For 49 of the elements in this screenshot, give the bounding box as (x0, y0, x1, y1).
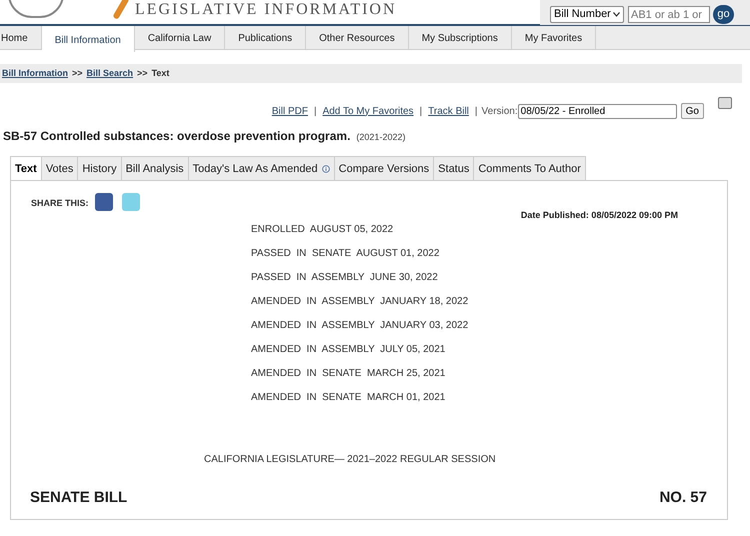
content-tab[interactable]: Votes (40, 156, 78, 180)
history-entry: AMENDED IN ASSEMBLY JANUARY 03, 2022 (251, 319, 468, 333)
history-entry: AMENDED IN SENATE MARCH 01, 2021 (251, 391, 446, 405)
link-separator: | (474, 104, 478, 118)
nav-tab[interactable]: California Law (134, 26, 226, 49)
bill-number: NO. 57 (659, 488, 707, 508)
search-type-dropdown[interactable]: Bill Number (550, 6, 624, 23)
action-link[interactable]: Track Bill (428, 104, 469, 118)
version-dropdown[interactable]: 08/05/22 - Enrolled (518, 104, 677, 118)
share-label: SHARE THIS: (31, 197, 89, 210)
link-separator: | (420, 104, 422, 118)
breadcrumb-separator: >> (137, 66, 148, 80)
history-entry: AMENDED IN SENATE MARCH 25, 2021 (251, 367, 446, 381)
chevron-down-icon (613, 12, 620, 17)
nav-tab[interactable]: My Favorites (512, 26, 596, 49)
nav-tab[interactable]: Bill Information (42, 26, 135, 52)
site-title: LEGISLATIVE INFORMATION (135, 0, 397, 20)
breadcrumb-current: Text (152, 66, 170, 80)
version-label: Version: (482, 104, 518, 118)
breadcrumb-separator: >> (72, 66, 83, 80)
content-tab[interactable]: Today's Law As Amended (188, 156, 334, 180)
link-separator: | (314, 104, 317, 118)
content-tab[interactable]: Bill Analysis (120, 156, 188, 180)
history-entry: ENROLLED AUGUST 05, 2022 (251, 223, 394, 237)
breadcrumb-link[interactable]: Bill Information (2, 66, 68, 80)
history-entry: AMENDED IN ASSEMBLY JULY 05, 2021 (251, 343, 446, 357)
bill-title: SB-57 Controlled substances: overdose prevention program. (3, 128, 350, 145)
date-published: Date Published: 08/05/2022 09:00 PM (520, 209, 678, 222)
content-tab[interactable]: History (77, 156, 121, 180)
history-entry: PASSED IN SENATE AUGUST 01, 2022 (251, 247, 440, 261)
content-tab[interactable]: Compare Versions (334, 156, 434, 180)
bill-type: SENATE BILL (30, 488, 128, 508)
nav-tab[interactable]: Publications (225, 26, 306, 49)
content-tab[interactable]: Text (10, 156, 41, 180)
go-button[interactable]: go (713, 5, 734, 24)
content-tab[interactable]: Comments To Author (473, 156, 586, 180)
action-link[interactable]: Add To My Favorites (322, 104, 414, 118)
session-heading: CALIFORNIA LEGISLATURE— 2021–2022 REGULAR SESSION (204, 453, 496, 467)
session-years: (2021-2022) (356, 131, 406, 144)
nav-tab[interactable]: My Subscriptions (408, 26, 512, 49)
go-button[interactable]: Go (680, 103, 704, 119)
search-field[interactable]: AB1 or ab 1 or (628, 6, 710, 23)
breadcrumb-link[interactable]: Bill Search (86, 66, 134, 80)
history-entry: PASSED IN ASSEMBLY JUNE 30, 2022 (251, 271, 439, 285)
history-entry: AMENDED IN ASSEMBLY JANUARY 18, 2022 (251, 295, 468, 309)
nav-tab[interactable]: Other Resources (306, 26, 409, 49)
content-tab[interactable]: Status (433, 156, 474, 180)
action-link[interactable]: Bill PDF (272, 104, 308, 118)
info-icon (322, 164, 330, 172)
